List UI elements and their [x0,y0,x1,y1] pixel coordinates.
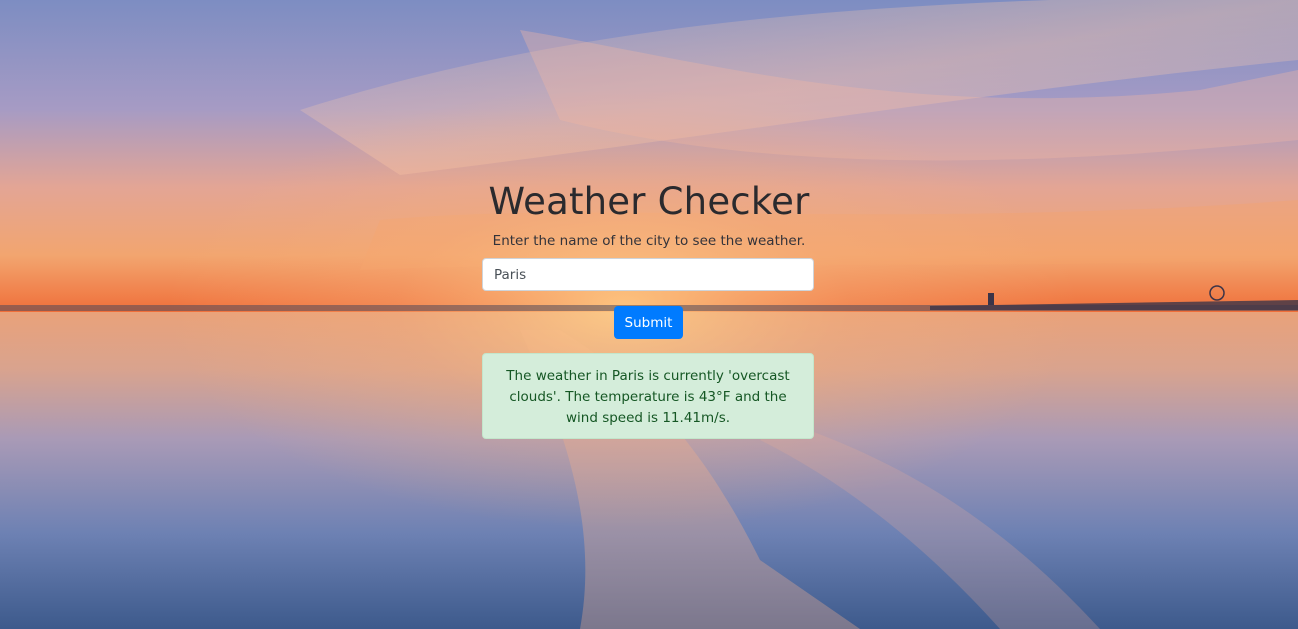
city-input[interactable] [482,258,814,291]
page-title: Weather Checker [488,180,810,223]
main-container: Weather Checker Enter the name of the ci… [0,0,1298,629]
submit-button[interactable]: Submit [614,306,683,339]
page-subtitle: Enter the name of the city to see the we… [492,233,806,249]
weather-result-alert: The weather in Paris is currently 'overc… [482,353,814,439]
